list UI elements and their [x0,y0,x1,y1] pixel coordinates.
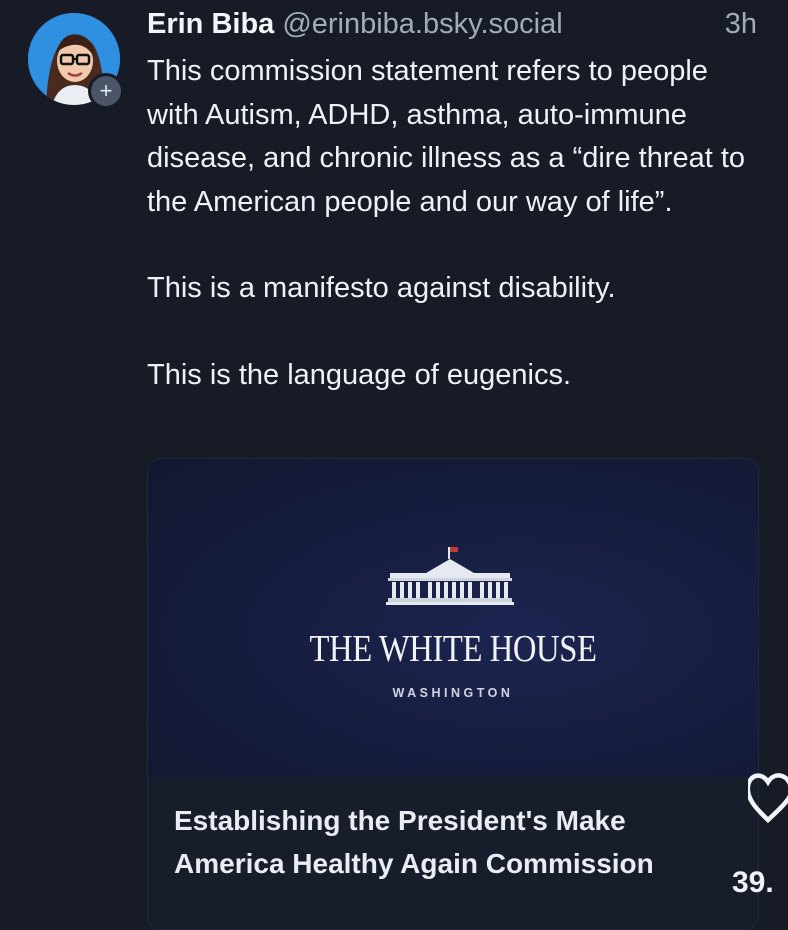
link-card-title[interactable]: Establishing the President's Make Americ… [174,799,694,885]
white-house-building-icon [386,547,514,612]
post-paragraph: This is the language of eugenics. [147,358,571,391]
link-card-image: THE WHITE HOUSE WASHINGTON [148,459,758,777]
link-card[interactable]: THE WHITE HOUSE WASHINGTON Establishing … [147,458,759,930]
post-timestamp[interactable]: 3h [725,6,757,42]
post-paragraph: This is a manifesto against disability. [147,272,616,304]
heart-icon[interactable] [745,770,788,831]
plus-icon[interactable]: + [88,73,124,109]
white-house-wordmark: THE WHITE HOUSE [309,628,597,670]
post-paragraph: This commission statement refers to peop… [147,55,746,218]
white-house-subtitle: WASHINGTON [392,686,514,700]
like-count: 39. [732,866,774,899]
author-handle[interactable]: @erinbiba.bsky.social [282,8,562,40]
author-name[interactable]: Erin Biba [147,8,274,40]
post-body: This commission statement refers to peop… [147,50,757,397]
avatar[interactable]: + [28,13,124,109]
post-header: Erin Biba @erinbiba.bsky.social 3h [147,6,757,42]
